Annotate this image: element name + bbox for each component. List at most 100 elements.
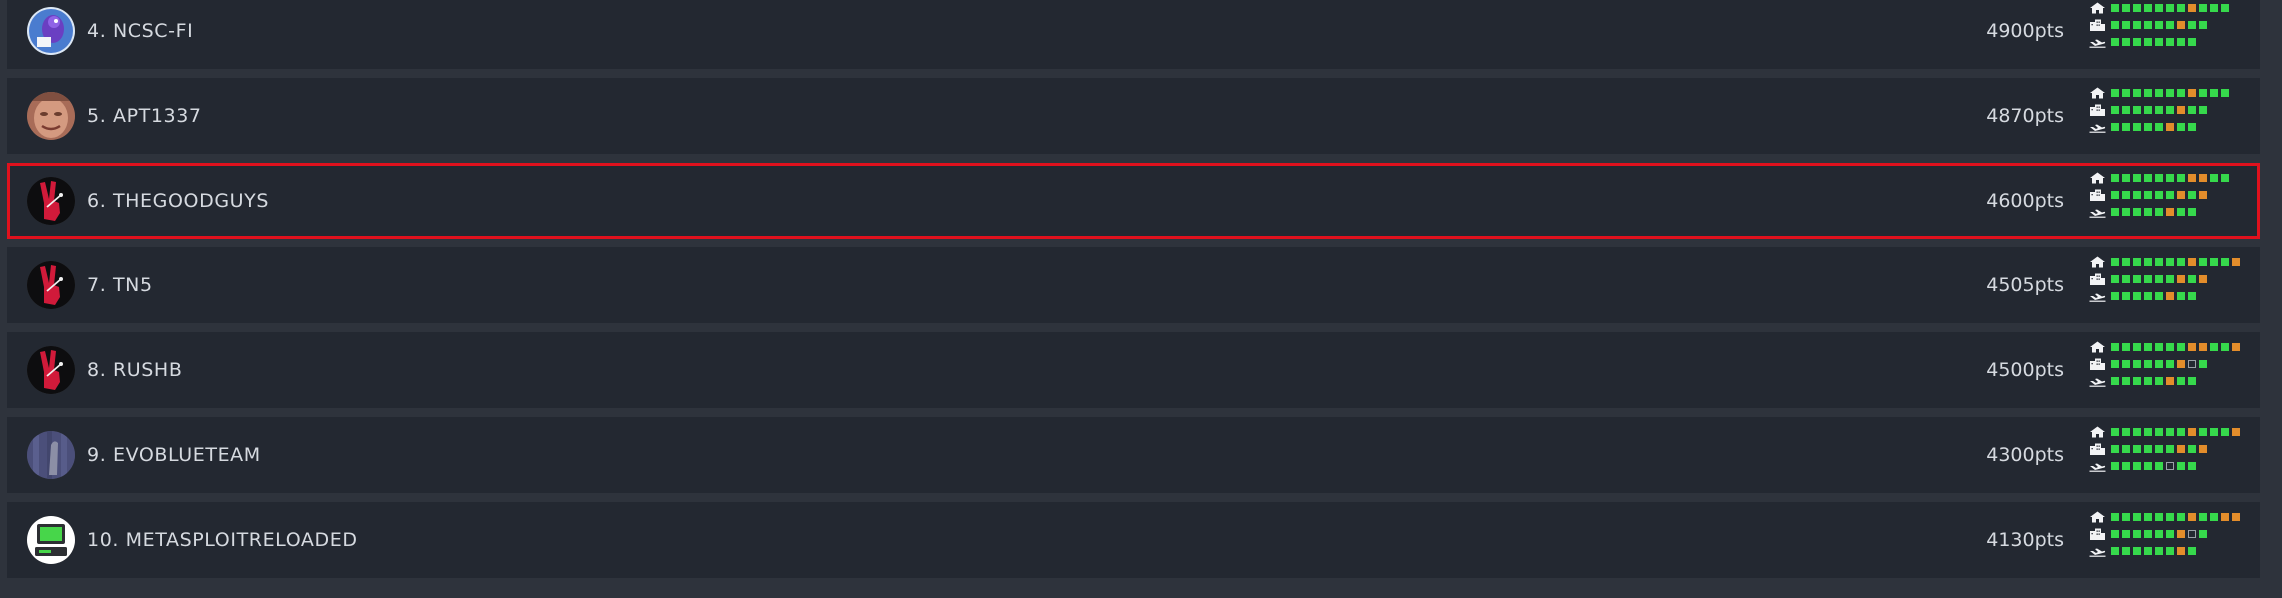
- team-avatar: [27, 515, 75, 564]
- solved-box: [2188, 462, 2196, 470]
- team-name[interactable]: 7. TN5: [87, 247, 153, 323]
- home-icon: [2089, 256, 2106, 268]
- solved-box: [2144, 122, 2152, 131]
- challenge-progress: [2089, 87, 2249, 145]
- scoreboard-row[interactable]: 7. TN5 4505pts: [7, 247, 2260, 324]
- solved-box: [2144, 207, 2152, 216]
- team-name[interactable]: 5. APT1337: [87, 78, 202, 154]
- team-points: 4600pts: [1986, 189, 2064, 212]
- partial-box: [2166, 207, 2174, 216]
- solved-box: [2133, 462, 2141, 470]
- solved-box: [2122, 275, 2130, 284]
- solved-box: [2111, 377, 2119, 386]
- solved-box: [2144, 190, 2152, 199]
- solved-box: [2166, 512, 2174, 521]
- solved-box: [2111, 428, 2119, 436]
- solved-box: [2221, 4, 2229, 12]
- solved-box: [2155, 122, 2163, 131]
- solved-box: [2199, 360, 2207, 369]
- partial-box: [2199, 343, 2207, 352]
- challenge-progress: [2089, 341, 2249, 399]
- progress-line: [2089, 443, 2210, 455]
- partial-box: [2177, 21, 2185, 29]
- solved-box: [2144, 105, 2152, 114]
- solved-box: [2177, 38, 2185, 46]
- solved-box: [2133, 88, 2141, 97]
- solved-box: [2122, 105, 2130, 114]
- partial-box: [2188, 258, 2196, 267]
- solved-box: [2199, 105, 2207, 114]
- team-points: 4870pts: [1986, 104, 2064, 127]
- solved-box: [2133, 377, 2141, 386]
- solved-box: [2188, 105, 2196, 114]
- solved-box: [2122, 546, 2130, 555]
- solved-box: [2166, 343, 2174, 352]
- partial-box: [2188, 343, 2196, 352]
- scoreboard-row[interactable]: 8. RUSHB 4500pts: [7, 332, 2260, 409]
- unsolved-box: [2188, 529, 2196, 538]
- solved-box: [2221, 428, 2229, 436]
- home-icon: [2089, 426, 2106, 438]
- progress-line: [2089, 87, 2232, 99]
- solved-box: [2210, 343, 2218, 352]
- solved-box: [2122, 462, 2130, 470]
- solved-box: [2199, 512, 2207, 521]
- home-icon: [2089, 2, 2106, 14]
- solved-box: [2188, 377, 2196, 386]
- solved-box: [2122, 360, 2130, 369]
- solved-box: [2144, 512, 2152, 521]
- solved-box: [2166, 38, 2174, 46]
- scoreboard-row[interactable]: 5. APT1337 4870pts: [7, 77, 2260, 154]
- solved-box: [2133, 512, 2141, 521]
- solved-box: [2166, 428, 2174, 436]
- scoreboard-row[interactable]: 4. NCSC-FI 4900pts: [7, 0, 2260, 69]
- team-points: 4505pts: [1986, 274, 2064, 297]
- scoreboard-row[interactable]: 6. THEGOODGUYS 4600pts: [7, 162, 2260, 239]
- solved-box: [2155, 38, 2163, 46]
- solved-box: [2155, 546, 2163, 555]
- team-name[interactable]: 8. RUSHB: [87, 332, 182, 408]
- scoreboard-row[interactable]: 9. EVOBLUETEAM 4300pts: [7, 417, 2260, 493]
- solved-box: [2155, 105, 2163, 114]
- team-name[interactable]: 6. THEGOODGUYS: [87, 163, 269, 239]
- solved-box: [2210, 173, 2218, 182]
- solved-box: [2122, 21, 2130, 29]
- solved-box: [2144, 462, 2152, 470]
- solved-box: [2177, 428, 2185, 436]
- home-icon: [2089, 87, 2106, 99]
- team-name[interactable]: 9. EVOBLUETEAM: [87, 417, 261, 493]
- challenge-progress: [2089, 172, 2249, 230]
- solved-box: [2111, 207, 2119, 216]
- solved-box: [2177, 292, 2185, 301]
- solved-box: [2144, 173, 2152, 182]
- solved-box: [2122, 207, 2130, 216]
- solved-box: [2155, 258, 2163, 267]
- team-name[interactable]: 4. NCSC-FI: [87, 0, 193, 69]
- team-points: 4300pts: [1986, 444, 2064, 466]
- solved-box: [2177, 4, 2185, 12]
- team-name[interactable]: 10. METASPLOITRELOADED: [87, 502, 358, 578]
- solved-box: [2122, 428, 2130, 436]
- solved-box: [2199, 428, 2207, 436]
- solved-box: [2199, 258, 2207, 267]
- solved-box: [2133, 38, 2141, 46]
- solved-box: [2111, 512, 2119, 521]
- home-icon: [2089, 341, 2106, 353]
- team-points: 4130pts: [1986, 528, 2064, 551]
- solved-box: [2144, 258, 2152, 267]
- solved-box: [2155, 529, 2163, 538]
- partial-box: [2177, 529, 2185, 538]
- solved-box: [2122, 529, 2130, 538]
- partial-box: [2166, 292, 2174, 301]
- partial-box: [2199, 173, 2207, 182]
- solved-box: [2155, 292, 2163, 301]
- team-avatar: [27, 7, 75, 55]
- solved-box: [2111, 105, 2119, 114]
- scoreboard-row[interactable]: 10. METASPLOITRELOADED 4130pts: [7, 501, 2260, 578]
- solved-box: [2155, 190, 2163, 199]
- solved-box: [2166, 445, 2174, 453]
- solved-box: [2133, 428, 2141, 436]
- unsolved-box: [2188, 360, 2196, 369]
- team-avatar: [27, 261, 75, 310]
- solved-box: [2221, 88, 2229, 97]
